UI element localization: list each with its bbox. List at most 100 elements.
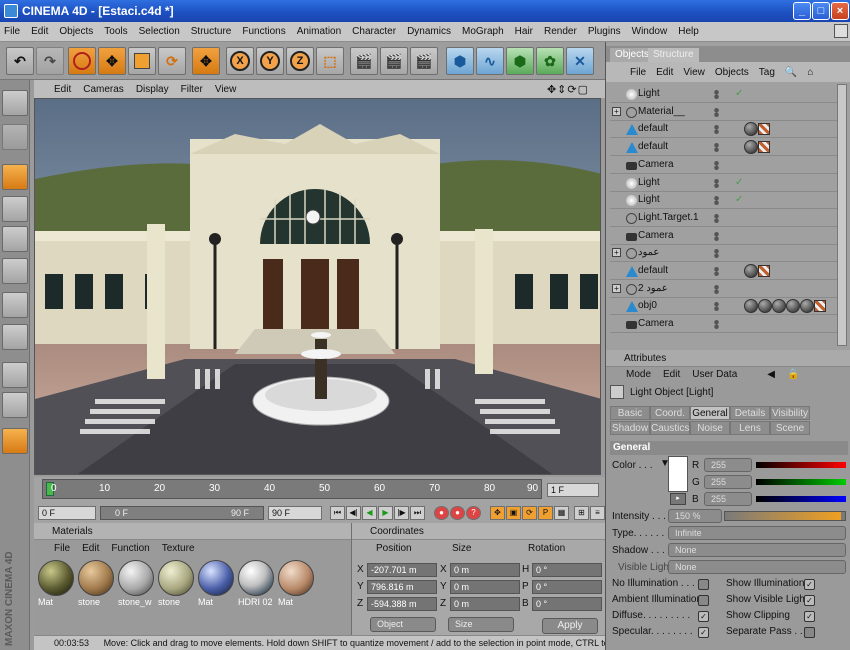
viewport-menu-cameras[interactable]: Cameras [83, 84, 124, 95]
render-view-button[interactable]: 🎬 [350, 47, 378, 75]
menu-hair[interactable]: Hair [515, 26, 533, 37]
material-item[interactable]: stone_w [118, 560, 156, 612]
add-array-button[interactable]: ✿ [536, 47, 564, 75]
b-slider[interactable] [756, 496, 846, 502]
visibility-dots[interactable] [714, 196, 719, 206]
color-picker-icon[interactable]: ▸ [670, 493, 686, 505]
objects-search-icon[interactable]: 🔍 [785, 67, 797, 78]
menu-edit[interactable]: Edit [31, 26, 48, 37]
expand-icon[interactable]: + [612, 106, 621, 116]
scale-tool-button[interactable] [128, 47, 156, 75]
tab-shadow[interactable]: Shadow [610, 421, 650, 435]
position-field[interactable]: -594.388 m [367, 597, 437, 611]
tab-details[interactable]: Details [730, 406, 770, 420]
add-cube-button[interactable]: ⬢ [446, 47, 474, 75]
next-key-icon[interactable]: |▶ [394, 506, 409, 520]
b-value-field[interactable]: 255 [704, 492, 752, 506]
texture-tag-icon[interactable] [744, 264, 758, 278]
use-object-tool-icon[interactable] [2, 124, 28, 150]
coordinate-mode-dropdown[interactable]: Object [370, 617, 436, 632]
timeline-scheme-icon[interactable]: ⊞ [574, 506, 589, 520]
use-points-tool-icon[interactable] [2, 164, 28, 190]
object-row[interactable]: Light ✓ [610, 192, 838, 210]
option-checkbox[interactable]: ✓ [804, 595, 815, 606]
timeline-ruler[interactable]: 0 10 20 30 40 50 60 70 80 90 [42, 479, 542, 499]
tab-visibility[interactable]: Visibility [770, 406, 810, 420]
z-axis-lock-button[interactable]: Z [286, 47, 314, 75]
visibility-dots[interactable] [714, 125, 719, 135]
r-value-field[interactable]: 255 [704, 458, 752, 472]
y-axis-lock-button[interactable]: Y [256, 47, 284, 75]
objects-menu-view[interactable]: View [683, 67, 705, 78]
visibility-dots[interactable] [714, 213, 719, 223]
position-field[interactable]: -207.701 m [367, 563, 437, 577]
autokey-icon[interactable]: ● [450, 506, 465, 520]
option-checkbox[interactable] [698, 595, 709, 606]
size-field[interactable]: 0 m [450, 580, 520, 594]
uvw-tag-icon[interactable] [814, 300, 826, 313]
enabled-check[interactable]: ✓ [735, 192, 743, 208]
tab-lens[interactable]: Lens [730, 421, 770, 435]
viewport-menu-filter[interactable]: Filter [181, 84, 203, 95]
goto-end-icon[interactable]: ⏭ [410, 506, 425, 520]
visibility-dots[interactable] [714, 178, 719, 188]
size-field[interactable]: 0 m [450, 597, 520, 611]
add-deformer-button[interactable]: ✕ [566, 47, 594, 75]
option-checkbox[interactable] [804, 627, 815, 638]
back-arrow-icon[interactable]: ◀ [767, 369, 775, 380]
visibility-dots[interactable] [714, 284, 719, 294]
live-selection-button[interactable] [68, 47, 96, 75]
objects-home-icon[interactable]: ⌂ [807, 67, 813, 78]
option-checkbox[interactable]: ✓ [698, 611, 709, 622]
menu-objects[interactable]: Objects [59, 26, 93, 37]
tab-noise[interactable]: Noise [690, 421, 730, 435]
minimize-button[interactable]: _ [793, 2, 811, 20]
enabled-check[interactable]: ✓ [735, 86, 743, 102]
goto-start-icon[interactable]: ⏮ [330, 506, 345, 520]
menu-plugins[interactable]: Plugins [588, 26, 621, 37]
timeline-menu-icon[interactable]: ≡ [590, 506, 605, 520]
objects-menu-edit[interactable]: Edit [656, 67, 673, 78]
keyframe-selection-icon[interactable]: ? [466, 506, 481, 520]
move-tool-button[interactable]: ✥ [98, 47, 126, 75]
objects-menu-file[interactable]: File [630, 67, 646, 78]
g-value-field[interactable]: 255 [704, 475, 752, 489]
attributes-menu-edit[interactable]: Edit [663, 369, 680, 380]
texture-tag-icon[interactable] [758, 299, 772, 314]
record-pla-icon[interactable]: ▦ [554, 506, 569, 520]
visible-light-dropdown[interactable]: None [668, 560, 846, 574]
attributes-menu-userdata[interactable]: User Data [692, 369, 737, 380]
use-model-tool-icon[interactable] [2, 90, 28, 116]
visibility-dots[interactable] [714, 160, 719, 170]
visibility-dots[interactable] [714, 249, 719, 259]
visibility-dots[interactable] [714, 90, 719, 99]
visibility-dots[interactable] [714, 320, 719, 330]
size-mode-dropdown[interactable]: Size [448, 617, 514, 632]
type-dropdown[interactable]: Infinite [668, 526, 846, 540]
use-polygons-tool-icon[interactable] [2, 226, 28, 252]
option-checkbox[interactable]: ✓ [804, 579, 815, 590]
position-field[interactable]: 796.816 m [367, 580, 437, 594]
materials-menu-texture[interactable]: Texture [162, 543, 195, 554]
maximize-button[interactable]: □ [812, 2, 830, 20]
enable-snapping-icon[interactable] [2, 362, 28, 388]
materials-menu-file[interactable]: File [54, 543, 70, 554]
material-item[interactable]: stone [158, 560, 196, 612]
rotation-field[interactable]: 0 ° [532, 563, 602, 577]
menu-file[interactable]: File [4, 26, 20, 37]
expand-icon[interactable]: + [612, 283, 621, 293]
panel-maximize-icon[interactable] [834, 24, 848, 38]
objects-menu-objects[interactable]: Objects [715, 67, 749, 78]
texture-tag-icon[interactable] [744, 299, 758, 314]
use-texture-tool-icon[interactable] [2, 258, 28, 284]
tab-structure[interactable]: Structure [648, 48, 699, 62]
record-scale-icon[interactable]: ▣ [506, 506, 521, 520]
object-row[interactable]: obj0 [610, 298, 838, 316]
menu-animation[interactable]: Animation [297, 26, 341, 37]
viewport-menu-display[interactable]: Display [136, 84, 169, 95]
object-row[interactable]: default [610, 121, 838, 139]
coordinate-system-button[interactable]: ⬚ [316, 47, 344, 75]
uvw-tag-icon[interactable] [758, 123, 770, 136]
menu-functions[interactable]: Functions [242, 26, 285, 37]
menu-dynamics[interactable]: Dynamics [407, 26, 451, 37]
